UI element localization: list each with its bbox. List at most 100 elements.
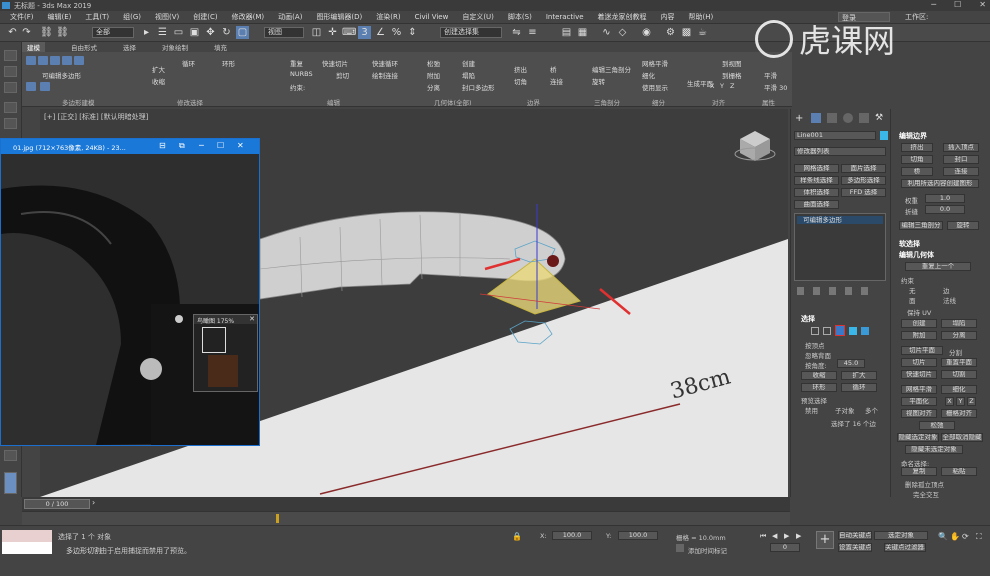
split-checkbox[interactable]: 分割 (949, 347, 962, 357)
y-coord-field[interactable]: 100.0 (618, 531, 658, 540)
planar-z-button[interactable]: Z (967, 397, 976, 406)
ignore-backface-checkbox[interactable]: 忽略背面 (805, 350, 831, 360)
group-properties[interactable]: 属性 (762, 97, 775, 107)
set-key-button[interactable]: 设置关键点 (838, 543, 872, 552)
maximize-icon[interactable]: ☐ (954, 0, 961, 9)
scene-explorer-icon[interactable]: ▦ (576, 26, 589, 39)
hide-selected-button[interactable]: 隐藏选定对象 (897, 433, 939, 442)
relax-button[interactable]: 松弛 (919, 421, 955, 430)
render-icon[interactable]: ☕ (696, 26, 709, 39)
scale-icon[interactable]: ▢ (236, 26, 249, 39)
create-shape-button[interactable]: 利用所选内容创建图形 (901, 179, 979, 188)
reference-coord-dropdown[interactable]: 视图 (264, 27, 304, 38)
unlink-icon[interactable]: ⛓ (56, 26, 69, 39)
minimize-icon[interactable]: ─ (931, 0, 936, 9)
crease-field[interactable]: 0.0 (925, 205, 965, 214)
pivot-icon[interactable]: ◫ (310, 26, 323, 39)
create-label[interactable]: 创建 (462, 58, 475, 68)
by-angle-checkbox[interactable]: 按角度: (805, 360, 827, 370)
make-unique-icon[interactable] (829, 287, 836, 295)
smooth-label[interactable]: 平滑 (764, 70, 777, 80)
detach-button[interactable]: 分离 (941, 331, 977, 340)
slice-plane-button[interactable]: 切片平面 (901, 346, 943, 355)
constraint-edge-radio[interactable]: 边 (943, 285, 950, 295)
zoom-icon[interactable]: 🔍 (938, 532, 948, 541)
add-time-tag-icon[interactable] (676, 544, 684, 552)
scene-states-icon[interactable] (4, 450, 17, 461)
named-selection-set-dropdown[interactable]: 创建选择集 (440, 27, 502, 38)
collapse-label[interactable]: 塌陷 (462, 70, 475, 80)
create-panel-icon[interactable] (4, 50, 17, 61)
menu-modifiers[interactable]: 修改器(M) (232, 12, 265, 22)
material-editor-icon[interactable]: ◉ (640, 26, 653, 39)
tab-modeling[interactable]: 建模 (22, 42, 45, 52)
minimize-icon[interactable]: ─ (199, 141, 204, 150)
detach-label[interactable]: 分离 (427, 82, 440, 92)
redo-icon[interactable]: ↷ (20, 26, 33, 39)
maxscript-listener[interactable] (2, 530, 52, 542)
maximize-viewport-icon[interactable]: ⛶ (976, 532, 982, 542)
by-vertex-checkbox[interactable]: 按顶点 (805, 340, 825, 350)
align-x-label[interactable]: X (710, 82, 714, 90)
pan-icon[interactable]: ✋ (950, 532, 960, 541)
preview-disabled-radio[interactable]: 禁用 (805, 405, 818, 415)
group-triangulation[interactable]: 三角剖分 (594, 97, 620, 107)
display-panel-icon[interactable] (4, 118, 17, 129)
border-mode-icon[interactable] (50, 56, 60, 65)
to-view-label[interactable]: 到视图 (722, 58, 742, 68)
menu-customize[interactable]: 自定义(U) (462, 12, 494, 22)
preview-multi-radio[interactable]: 多个 (865, 405, 878, 415)
repeat-label[interactable]: 重复 (290, 58, 303, 68)
copy-button[interactable]: 复制 (901, 467, 937, 476)
menu-civil-view[interactable]: Civil View (415, 13, 449, 21)
poly-select-button[interactable]: 多边形选择 (841, 176, 886, 185)
viewcube-icon[interactable] (734, 131, 776, 161)
image-viewer-titlebar[interactable]: 01.jpg (712×763像素, 24KB) - 23... ⊟ ⧉ ─ ☐… (1, 139, 259, 154)
align-z-label[interactable]: Z (730, 82, 734, 90)
menu-content[interactable]: 内容 (661, 12, 675, 22)
add-time-tag-label[interactable]: 添加时间标记 (688, 545, 727, 555)
collapse-button[interactable]: 塌陷 (941, 319, 977, 328)
extrude-label[interactable]: 挤出 (514, 64, 527, 74)
tessellate-button[interactable]: 细化 (941, 385, 977, 394)
play-icon[interactable]: ▶ (784, 532, 789, 540)
make-planar-button[interactable]: 平面化 (901, 397, 937, 406)
maxscript-mini-field[interactable] (2, 542, 52, 554)
set-key-big-icon[interactable]: + (816, 531, 834, 549)
align-y-label[interactable]: Y (720, 82, 724, 90)
chamfer-label[interactable]: 切角 (514, 76, 527, 86)
menu-views[interactable]: 视图(V) (155, 12, 179, 22)
constraint-none-radio[interactable]: 无 (909, 285, 916, 295)
mirror-icon[interactable]: ⇋ (510, 26, 523, 39)
edge-subobj-icon[interactable] (823, 327, 831, 335)
cap-poly-label[interactable]: 封口多边形 (462, 82, 495, 92)
modify-tab-icon[interactable] (811, 113, 821, 123)
track-bar[interactable] (22, 511, 790, 525)
vertex-mode-icon[interactable] (26, 56, 36, 65)
group-modify-selection[interactable]: 修改选择 (177, 97, 203, 107)
shrink-label[interactable]: 收缩 (152, 76, 165, 86)
tab-object-paint[interactable]: 对象绘制 (162, 42, 188, 52)
menu-interactive[interactable]: Interactive (546, 13, 584, 21)
menu-animation[interactable]: 动画(A) (278, 12, 302, 22)
selection-rollout-header[interactable]: 选择 (801, 314, 815, 324)
prev-frame-icon[interactable]: ◀ (772, 532, 777, 540)
modify-panel-icon[interactable] (4, 66, 17, 77)
paint-connect-label[interactable]: 绘制连接 (372, 70, 398, 80)
time-slider[interactable]: 0 / 100 › (22, 497, 790, 511)
x-coord-field[interactable]: 100.0 (552, 531, 592, 540)
group-align[interactable]: 对齐 (712, 97, 725, 107)
time-slider-next-icon[interactable]: › (92, 498, 95, 507)
paste-button[interactable]: 粘贴 (941, 467, 977, 476)
show-end-result-icon[interactable] (813, 287, 820, 295)
ring-label[interactable]: 环形 (222, 58, 235, 68)
attach-button[interactable]: 附加 (901, 331, 937, 340)
tab-populate[interactable]: 填充 (214, 42, 227, 52)
unhide-all-button[interactable]: 全部取消隐藏 (941, 433, 983, 442)
preserve-uv-checkbox[interactable]: 保持 UV (907, 307, 931, 317)
tab-freeform[interactable]: 自由形式 (71, 42, 97, 52)
curve-editor-icon[interactable]: ∿ (600, 26, 613, 39)
next-frame-icon[interactable]: ▶ (796, 532, 801, 540)
grow-button[interactable]: 扩大 (841, 371, 877, 380)
repeat-last-button[interactable]: 重复上一个 (905, 262, 971, 271)
